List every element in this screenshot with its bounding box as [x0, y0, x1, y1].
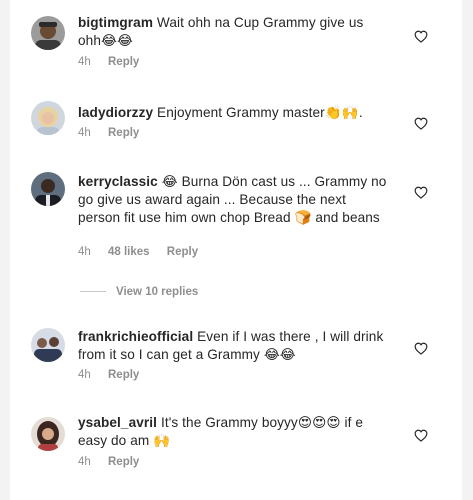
- comment-meta: 4h Reply: [78, 56, 139, 68]
- comment-trail: and beans: [315, 210, 380, 225]
- comment-time: 4h: [78, 369, 91, 381]
- comments-panel: bigtimgram Wait ohh na Cup Grammy give u…: [10, 0, 462, 500]
- avatar[interactable]: [31, 16, 65, 50]
- comment-time: 4h: [78, 127, 91, 139]
- comment-trail: .: [358, 105, 363, 120]
- comment-text: kerryclassic 😂 Burna Dön cast us ... Gra…: [78, 173, 390, 227]
- comment-meta: 4h Reply: [78, 456, 139, 468]
- avatar-woman-blonde-icon: [31, 101, 65, 135]
- reply-button[interactable]: Reply: [108, 369, 139, 381]
- reply-button[interactable]: Reply: [108, 56, 139, 68]
- comment-emoji: 👏🙌: [324, 105, 359, 120]
- avatar[interactable]: [31, 172, 65, 206]
- comment-body: It's the Grammy boyyy: [160, 415, 298, 430]
- comment-username[interactable]: ladydiorzzy: [78, 105, 153, 120]
- replies-divider-line: [80, 291, 106, 293]
- comment-text: ladydiorzzy Enjoyment Grammy master👏🙌.: [78, 104, 390, 122]
- like-heart-icon[interactable]: [414, 342, 428, 355]
- view-replies-button[interactable]: View 10 replies: [80, 286, 198, 298]
- avatar-man-suit-icon: [31, 172, 65, 206]
- comment-meta: 4h Reply: [78, 369, 139, 381]
- comment-emoji: 🍞: [294, 210, 312, 225]
- avatar-woman-dark-hair-icon: [31, 417, 65, 451]
- comment-time: 4h: [78, 246, 91, 258]
- comment-emoji: 🙌: [153, 433, 171, 448]
- comment-text: ysabel_avril It's the Grammy boyyy😍😍😍 if…: [78, 414, 390, 450]
- comment-meta: 4h Reply: [78, 127, 139, 139]
- avatar-group-photo-icon: [31, 328, 65, 362]
- reply-button[interactable]: Reply: [108, 127, 139, 139]
- comment-username[interactable]: kerryclassic: [78, 174, 158, 189]
- avatar[interactable]: [31, 101, 65, 135]
- comment-text: bigtimgram Wait ohh na Cup Grammy give u…: [78, 14, 390, 50]
- comment-time: 4h: [78, 56, 91, 68]
- comment-text: frankrichieofficial Even if I was there …: [78, 328, 390, 364]
- like-heart-icon[interactable]: [414, 429, 428, 442]
- like-heart-icon[interactable]: [414, 117, 428, 130]
- view-replies-label: View 10 replies: [116, 286, 199, 298]
- comment-time: 4h: [78, 456, 91, 468]
- comment-emoji: 😂: [161, 174, 178, 189]
- comment-username[interactable]: ysabel_avril: [78, 415, 157, 430]
- comment-emoji: 😍😍😍: [297, 415, 341, 430]
- comment-emoji: 😂😂: [100, 33, 133, 48]
- comment-username[interactable]: frankrichieofficial: [78, 329, 193, 344]
- like-heart-icon[interactable]: [414, 30, 428, 43]
- reply-button[interactable]: Reply: [108, 456, 139, 468]
- comment-meta: 4h 48 likes Reply: [78, 246, 198, 258]
- avatar-man-cap-icon: [31, 16, 65, 50]
- like-heart-icon[interactable]: [414, 186, 428, 199]
- avatar[interactable]: [31, 417, 65, 451]
- comment-username[interactable]: bigtimgram: [78, 15, 153, 30]
- avatar[interactable]: [31, 328, 65, 362]
- likes-count[interactable]: 48 likes: [108, 246, 150, 258]
- reply-button[interactable]: Reply: [167, 246, 198, 258]
- comment-emoji: 😂😂: [263, 347, 296, 362]
- comment-body: Enjoyment Grammy master: [157, 105, 325, 120]
